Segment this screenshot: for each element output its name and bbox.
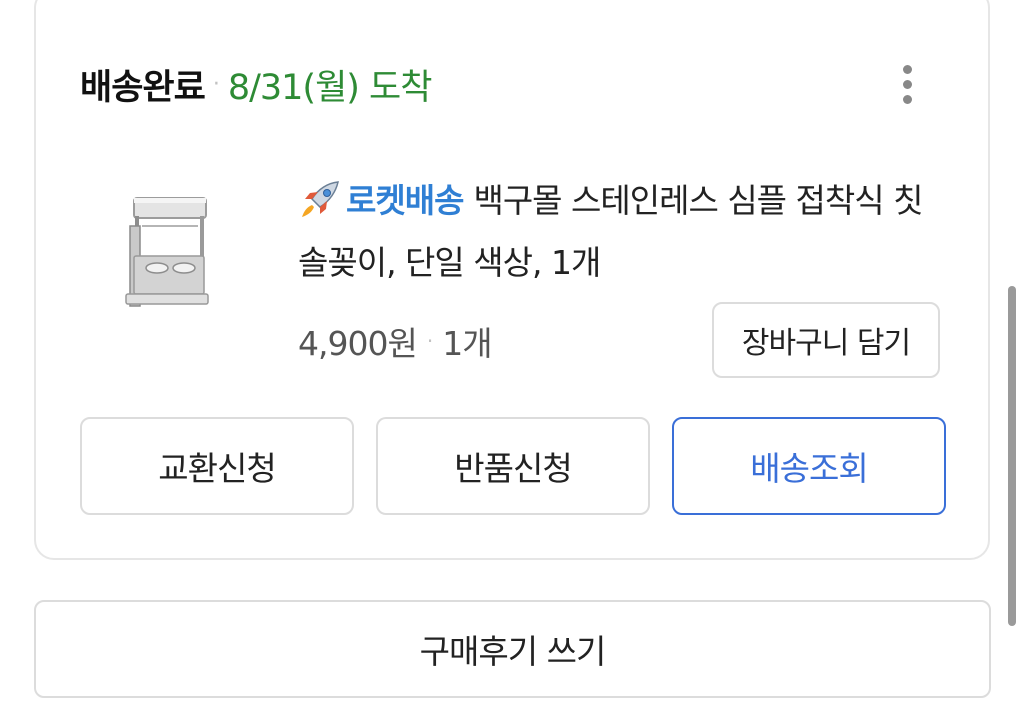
status-separator: · (212, 71, 220, 97)
price-row: 4,900원 · 1개 (298, 318, 493, 364)
more-vertical-icon[interactable] (890, 58, 924, 110)
more-dot (902, 94, 912, 104)
product-title[interactable]: 로켓배송 백구몰 스테인레스 심플 접착식 칫솔꽂이, 단일 색상, 1개 (298, 170, 948, 294)
product-image[interactable] (112, 186, 222, 316)
rocket-icon (302, 181, 339, 217)
delivery-tracking-button[interactable]: 배송조회 (672, 417, 946, 515)
product-price: 4,900원 (298, 324, 418, 363)
scrollbar[interactable] (1008, 286, 1016, 626)
delivery-status: 배송완료 (80, 67, 206, 108)
delivery-status-row: 배송완료 · 8/31(월) 도착 (80, 58, 433, 110)
arrival-date: 8/31(월) 도착 (227, 67, 433, 108)
write-review-button[interactable]: 구매후기 쓰기 (34, 600, 991, 698)
product-quantity: 1개 (442, 324, 492, 363)
price-separator: · (426, 329, 433, 353)
exchange-request-button[interactable]: 교환신청 (80, 417, 354, 515)
more-dot (902, 64, 912, 74)
add-to-cart-button[interactable]: 장바구니 담기 (712, 302, 940, 378)
more-dot (902, 79, 912, 89)
rocket-delivery-label: 로켓배송 (346, 181, 464, 220)
return-request-button[interactable]: 반품신청 (376, 417, 650, 515)
